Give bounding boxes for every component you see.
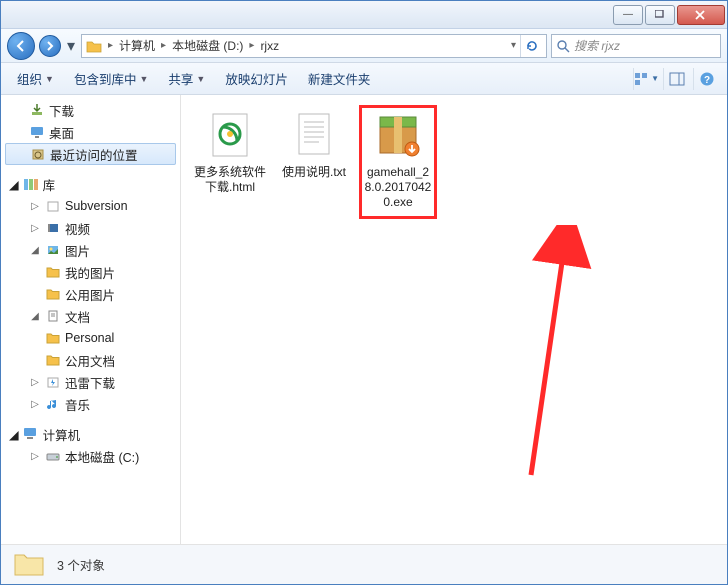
tree-drive-c[interactable]: ▷本地磁盘 (C:) bbox=[1, 445, 180, 467]
help-button[interactable]: ? bbox=[693, 68, 719, 90]
tree-pictures[interactable]: ◢图片 bbox=[1, 239, 180, 261]
share-menu[interactable]: 共享 ▼ bbox=[160, 65, 213, 92]
search-icon bbox=[556, 39, 570, 53]
search-placeholder: 搜索 rjxz bbox=[574, 37, 620, 54]
breadcrumb-folder[interactable]: rjxz bbox=[260, 39, 279, 53]
collapse-icon[interactable]: ◢ bbox=[29, 245, 41, 256]
tree-documents[interactable]: ◢文档 bbox=[1, 305, 180, 327]
download-icon bbox=[29, 102, 45, 118]
thunder-icon bbox=[45, 374, 61, 390]
maximize-icon bbox=[655, 10, 665, 20]
forward-button[interactable] bbox=[39, 35, 61, 57]
tree-my-pictures[interactable]: 我的图片 bbox=[1, 261, 180, 283]
include-in-library-menu[interactable]: 包含到库中 ▼ bbox=[66, 65, 156, 92]
tree-thunder[interactable]: ▷迅雷下载 bbox=[1, 371, 180, 393]
folder-icon bbox=[45, 264, 61, 280]
svn-icon bbox=[45, 198, 61, 214]
arrow-right-icon bbox=[45, 41, 55, 51]
tree-computer[interactable]: ◢ 计算机 bbox=[1, 423, 180, 445]
back-button[interactable] bbox=[7, 32, 35, 60]
tree-videos[interactable]: ▷视频 bbox=[1, 217, 180, 239]
breadcrumb-drive[interactable]: 本地磁盘 (D:) bbox=[172, 37, 243, 54]
navigation-tree[interactable]: 下载 桌面 最近访问的位置 ◢ 库 ▷Subversion ▷视频 ◢图片 我的… bbox=[1, 95, 181, 544]
status-text: 3 个对象 bbox=[57, 555, 105, 574]
tree-libraries[interactable]: ◢ 库 bbox=[1, 173, 180, 195]
tree-personal[interactable]: Personal bbox=[1, 327, 180, 349]
tree-public-pictures[interactable]: 公用图片 bbox=[1, 283, 180, 305]
preview-pane-button[interactable] bbox=[663, 68, 689, 90]
desktop-icon bbox=[29, 124, 45, 140]
folder-icon bbox=[45, 286, 61, 302]
address-dropdown[interactable]: ▾ bbox=[511, 40, 516, 51]
status-bar: 3 个对象 bbox=[1, 544, 727, 584]
explorer-window: — ▾ ▸ 计算机 ▸ 本地磁盘 (D:) ▸ rjxz bbox=[0, 0, 728, 585]
help-icon: ? bbox=[699, 71, 715, 87]
drive-icon bbox=[45, 448, 61, 464]
organize-menu[interactable]: 组织 ▼ bbox=[9, 65, 62, 92]
maximize-button[interactable] bbox=[645, 5, 675, 25]
music-icon bbox=[45, 396, 61, 412]
view-icon bbox=[634, 72, 649, 86]
videos-icon bbox=[45, 220, 61, 236]
search-box[interactable]: 搜索 rjxz bbox=[551, 34, 721, 58]
folder-icon bbox=[45, 330, 61, 346]
refresh-button[interactable] bbox=[520, 35, 542, 57]
svg-text:?: ? bbox=[703, 75, 709, 86]
html-file-icon bbox=[200, 109, 260, 161]
recent-icon bbox=[30, 146, 46, 162]
folder-icon bbox=[45, 352, 61, 368]
file-list[interactable]: 更多系统软件下载.html 使用说明.txt bbox=[181, 95, 727, 544]
main-area: 下载 桌面 最近访问的位置 ◢ 库 ▷Subversion ▷视频 ◢图片 我的… bbox=[1, 95, 727, 544]
collapse-icon[interactable]: ◢ bbox=[9, 427, 19, 442]
folder-icon bbox=[86, 38, 102, 54]
file-item-html[interactable]: 更多系统软件下载.html bbox=[191, 105, 269, 199]
tree-desktop[interactable]: 桌面 bbox=[1, 121, 180, 143]
history-dropdown[interactable]: ▾ bbox=[65, 32, 77, 60]
folder-large-icon bbox=[13, 549, 45, 581]
minimize-button[interactable]: — bbox=[613, 5, 643, 25]
address-bar[interactable]: ▸ 计算机 ▸ 本地磁盘 (D:) ▸ rjxz ▾ bbox=[81, 34, 547, 58]
tree-downloads[interactable]: 下载 bbox=[1, 99, 180, 121]
titlebar: — bbox=[1, 1, 727, 29]
collapse-icon[interactable]: ◢ bbox=[29, 311, 41, 322]
computer-icon bbox=[23, 426, 39, 442]
file-item-txt[interactable]: 使用说明.txt bbox=[275, 105, 353, 184]
view-options-button[interactable]: ▼ bbox=[633, 68, 659, 90]
tree-subversion[interactable]: ▷Subversion bbox=[1, 195, 180, 217]
breadcrumb-computer[interactable]: 计算机 bbox=[119, 37, 155, 54]
close-button[interactable] bbox=[677, 5, 725, 25]
tree-recent-places[interactable]: 最近访问的位置 bbox=[5, 143, 176, 165]
close-icon bbox=[695, 10, 707, 20]
txt-file-icon bbox=[284, 109, 344, 161]
refresh-icon bbox=[525, 39, 539, 53]
navigation-bar: ▾ ▸ 计算机 ▸ 本地磁盘 (D:) ▸ rjxz ▾ 搜索 rjxz bbox=[1, 29, 727, 63]
tree-music[interactable]: ▷音乐 bbox=[1, 393, 180, 415]
pictures-icon bbox=[45, 242, 61, 258]
documents-icon bbox=[45, 308, 61, 324]
installer-icon bbox=[368, 109, 428, 161]
file-item-exe-highlighted[interactable]: gamehall_28.0.20170420.exe bbox=[359, 105, 437, 219]
toolbar: 组织 ▼ 包含到库中 ▼ 共享 ▼ 放映幻灯片 新建文件夹 ▼ ? bbox=[1, 63, 727, 95]
pane-icon bbox=[669, 72, 685, 86]
arrow-left-icon bbox=[15, 40, 27, 52]
new-folder-button[interactable]: 新建文件夹 bbox=[300, 65, 379, 92]
annotation-arrow bbox=[511, 225, 601, 485]
libraries-icon bbox=[23, 176, 39, 192]
slideshow-button[interactable]: 放映幻灯片 bbox=[217, 65, 296, 92]
tree-public-docs[interactable]: 公用文档 bbox=[1, 349, 180, 371]
collapse-icon[interactable]: ◢ bbox=[9, 177, 19, 192]
